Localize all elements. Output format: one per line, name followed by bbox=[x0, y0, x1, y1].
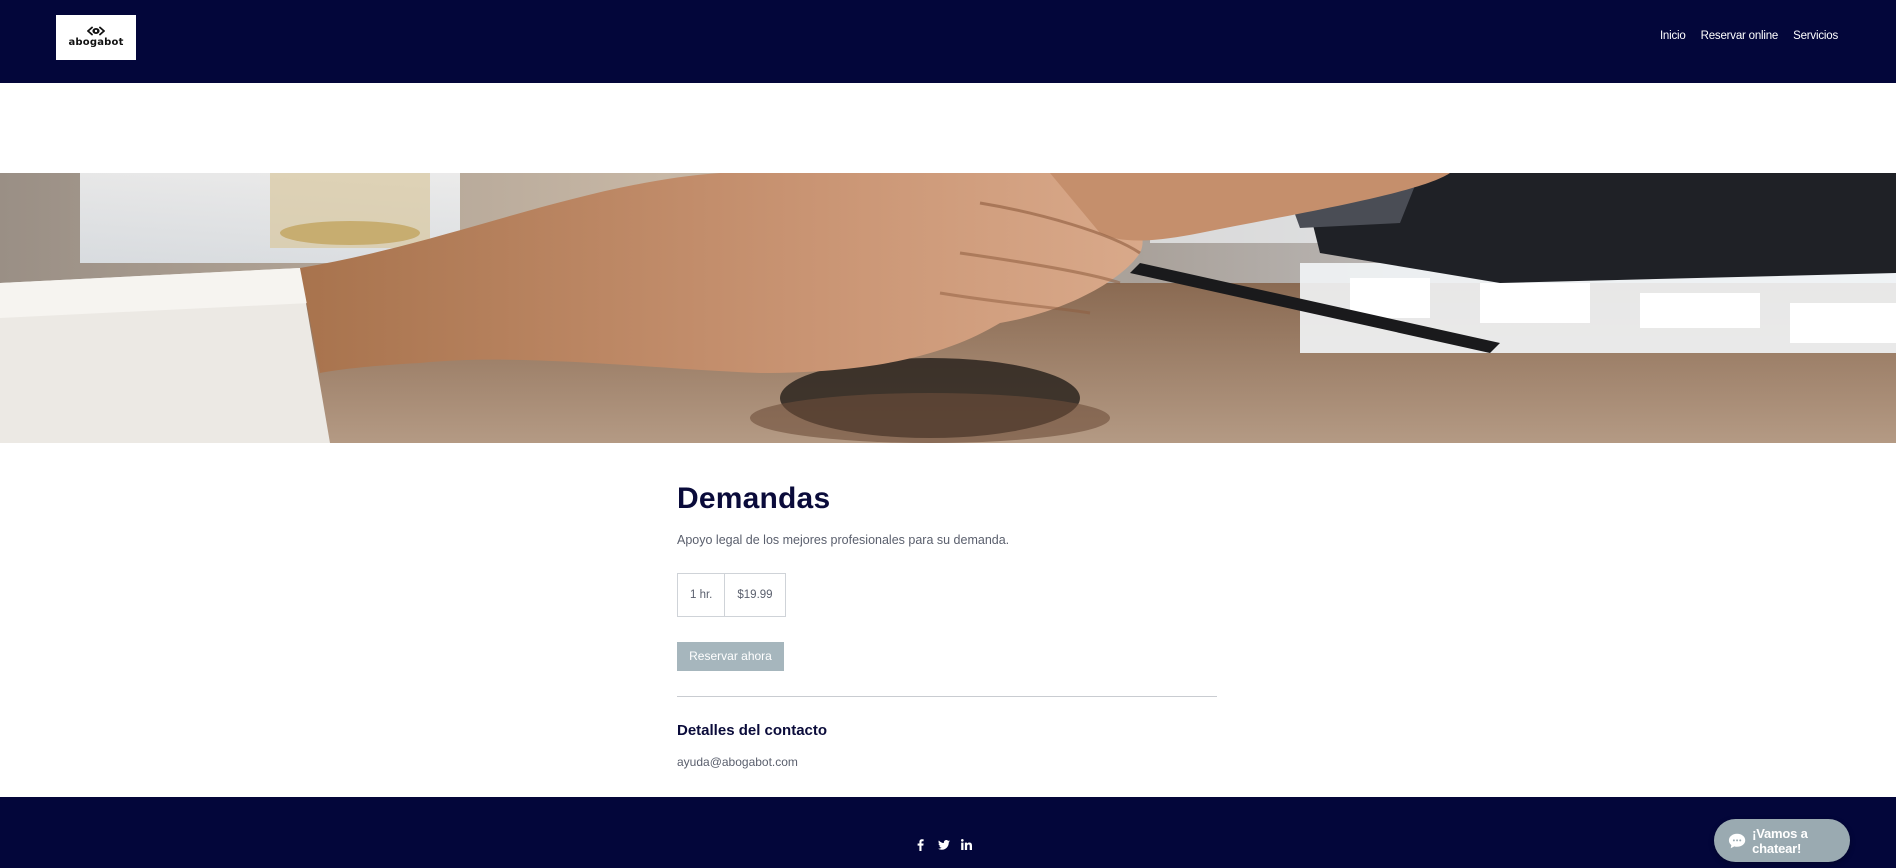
nav-item-inicio[interactable]: Inicio bbox=[1660, 28, 1686, 44]
site-footer bbox=[0, 797, 1896, 868]
service-details: Demandas Apoyo legal de los mejores prof… bbox=[677, 478, 1217, 770]
service-description: Apoyo legal de los mejores profesionales… bbox=[677, 533, 1010, 547]
linkedin-icon[interactable] bbox=[960, 838, 973, 851]
twitter-icon[interactable] bbox=[937, 838, 950, 851]
social-links bbox=[914, 838, 973, 851]
contact-email[interactable]: ayuda@abogabot.com bbox=[677, 754, 1217, 770]
chat-bubble-icon bbox=[1728, 833, 1746, 848]
service-duration: 1 hr. bbox=[690, 589, 713, 601]
site-logo[interactable]: abogabot bbox=[56, 15, 136, 60]
site-header: abogabot Inicio Reservar online Servicio… bbox=[0, 0, 1896, 83]
service-info-box: 1 hr. $19.99 bbox=[677, 573, 786, 617]
chat-button[interactable]: ¡Vamos a chatear! bbox=[1714, 819, 1850, 862]
nav-item-servicios[interactable]: Servicios bbox=[1793, 28, 1838, 44]
hero-image bbox=[0, 173, 1896, 443]
nav-item-reservar-online[interactable]: Reservar online bbox=[1701, 28, 1779, 44]
eye-logo-icon bbox=[87, 26, 105, 36]
chat-label: ¡Vamos a chatear! bbox=[1752, 825, 1808, 856]
book-now-button[interactable]: Reservar ahora bbox=[677, 642, 784, 671]
main-nav: Inicio Reservar online Servicios bbox=[1660, 28, 1838, 44]
service-title: Demandas bbox=[677, 482, 831, 515]
contact-heading: Detalles del contacto bbox=[677, 722, 828, 739]
service-price: $19.99 bbox=[724, 574, 784, 616]
divider bbox=[677, 696, 1217, 697]
facebook-icon[interactable] bbox=[914, 838, 927, 851]
logo-text: abogabot bbox=[68, 37, 124, 48]
handshake-photo bbox=[0, 173, 1896, 443]
